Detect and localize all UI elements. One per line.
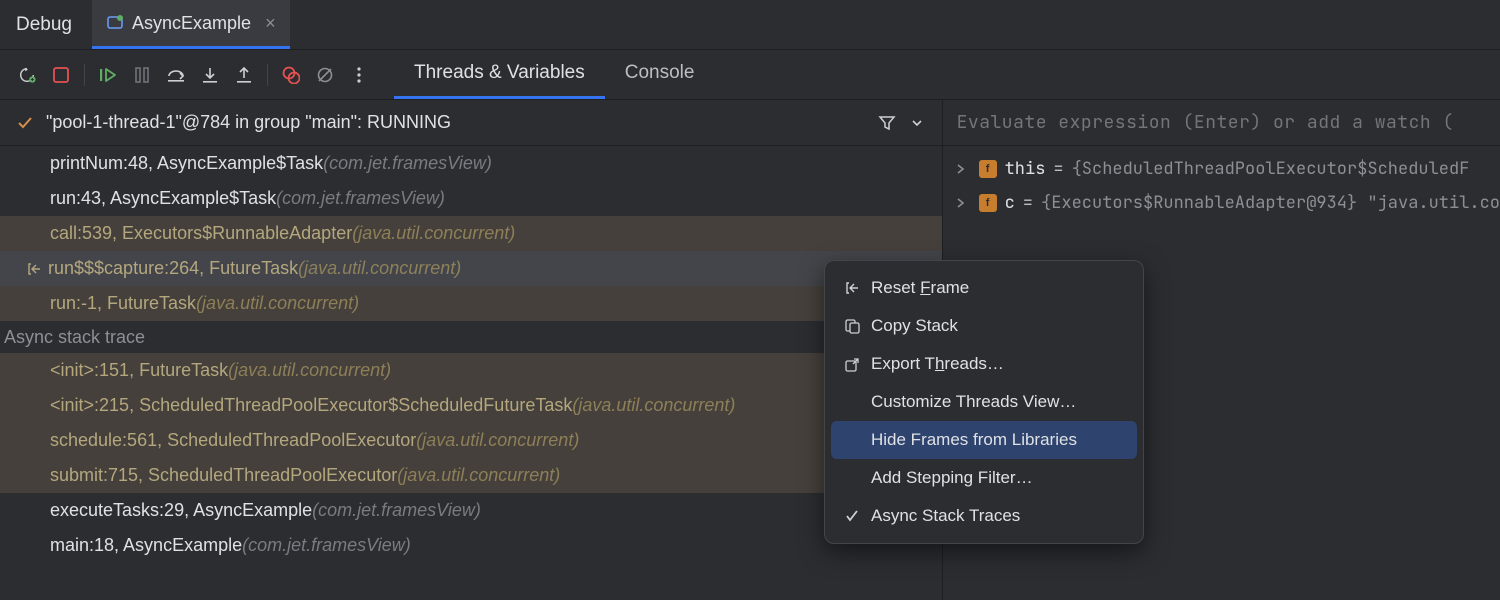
stack-frame[interactable]: schedule:561, ScheduledThreadPoolExecuto…	[0, 423, 942, 458]
frame-package: (com.jet.framesView)	[276, 188, 445, 209]
stack-frame[interactable]: printNum:48, AsyncExample$Task (com.jet.…	[0, 146, 942, 181]
rerun-button[interactable]	[10, 58, 44, 92]
variables-list: fthis={ScheduledThreadPoolExecutor$Sched…	[943, 146, 1500, 220]
session-tab-label: AsyncExample	[132, 13, 251, 34]
stack-frame[interactable]: executeTasks:29, AsyncExample (com.jet.f…	[0, 493, 942, 528]
frames-panel: "pool-1-thread-1"@784 in group "main": R…	[0, 100, 943, 600]
menu-async-stack-traces[interactable]: Async Stack Traces	[831, 497, 1137, 535]
frame-package: (java.util.concurrent)	[352, 223, 515, 244]
step-into-button[interactable]	[193, 58, 227, 92]
header-row: Debug AsyncExample ×	[0, 0, 1500, 50]
frame-package: (java.util.concurrent)	[298, 258, 461, 279]
content-tabs: Threads & Variables Console	[394, 50, 714, 99]
menu-customize-threads-view[interactable]: Customize Threads View…	[831, 383, 1137, 421]
view-breakpoints-button[interactable]	[274, 58, 308, 92]
menu-label: Async Stack Traces	[871, 506, 1020, 526]
filter-icon[interactable]	[872, 114, 902, 132]
frames-context-menu: Reset Frame Copy Stack Export Threads… C…	[824, 260, 1144, 544]
frame-package: (java.util.concurrent)	[196, 293, 359, 314]
debug-session-tab[interactable]: AsyncExample ×	[92, 0, 290, 49]
frame-text: schedule:561, ScheduledThreadPoolExecuto…	[50, 430, 416, 451]
main-split: "pool-1-thread-1"@784 in group "main": R…	[0, 100, 1500, 600]
thread-selector[interactable]: "pool-1-thread-1"@784 in group "main": R…	[0, 100, 942, 146]
menu-add-stepping-filter[interactable]: Add Stepping Filter…	[831, 459, 1137, 497]
frame-package: (com.jet.framesView)	[323, 153, 492, 174]
frame-text: <init>:151, FutureTask	[50, 360, 228, 381]
chevron-right-icon[interactable]	[955, 163, 971, 175]
chevron-right-icon[interactable]	[955, 197, 971, 209]
tab-threads-variables[interactable]: Threads & Variables	[394, 50, 605, 99]
tab-console[interactable]: Console	[605, 50, 715, 99]
menu-label: Add Stepping Filter…	[871, 468, 1033, 488]
stack-frame[interactable]: call:539, Executors$RunnableAdapter (jav…	[0, 216, 942, 251]
frame-text: run:43, AsyncExample$Task	[50, 188, 276, 209]
variable-name: this	[1005, 158, 1046, 180]
tool-window-title: Debug	[0, 14, 92, 36]
menu-hide-library-frames[interactable]: Hide Frames from Libraries	[831, 421, 1137, 459]
separator	[267, 64, 268, 86]
menu-reset-frame[interactable]: Reset Frame	[831, 269, 1137, 307]
menu-label: Customize Threads View…	[871, 392, 1076, 412]
frame-text: printNum:48, AsyncExample$Task	[50, 153, 323, 174]
menu-label: Reset Frame	[871, 278, 969, 298]
variable-value: {Executors$RunnableAdapter@934} "java.ut…	[1041, 192, 1500, 214]
frame-package: (com.jet.framesView)	[242, 535, 411, 556]
evaluate-expression-input[interactable]	[943, 111, 1500, 134]
menu-label: Copy Stack	[871, 316, 958, 336]
pause-button[interactable]	[125, 58, 159, 92]
reset-frame-icon	[843, 280, 861, 296]
stack-frame[interactable]: run:-1, FutureTask (java.util.concurrent…	[0, 286, 942, 321]
stack-frame[interactable]: submit:715, ScheduledThreadPoolExecutor …	[0, 458, 942, 493]
debug-toolbar: Threads & Variables Console	[0, 50, 1500, 100]
step-over-button[interactable]	[159, 58, 193, 92]
frame-text: call:539, Executors$RunnableAdapter	[50, 223, 352, 244]
frame-package: (java.util.concurrent)	[572, 395, 735, 416]
frame-text: run:-1, FutureTask	[50, 293, 196, 314]
stop-button[interactable]	[44, 58, 78, 92]
frame-package: (java.util.concurrent)	[416, 430, 579, 451]
frame-package: (java.util.concurrent)	[228, 360, 391, 381]
frame-text: submit:715, ScheduledThreadPoolExecutor	[50, 465, 397, 486]
frame-text: main:18, AsyncExample	[50, 535, 242, 556]
stack-frame[interactable]: <init>:215, ScheduledThreadPoolExecutor$…	[0, 388, 942, 423]
chevron-down-icon[interactable]	[902, 115, 932, 131]
frames-list: printNum:48, AsyncExample$Task (com.jet.…	[0, 146, 942, 563]
resume-button[interactable]	[91, 58, 125, 92]
thread-label: "pool-1-thread-1"@784 in group "main": R…	[40, 112, 872, 133]
frame-package: (java.util.concurrent)	[397, 465, 560, 486]
step-out-button[interactable]	[227, 58, 261, 92]
stack-frame[interactable]: main:18, AsyncExample (com.jet.framesVie…	[0, 528, 942, 563]
menu-label: Hide Frames from Libraries	[871, 430, 1077, 450]
mute-breakpoints-button[interactable]	[308, 58, 342, 92]
check-icon	[843, 509, 861, 523]
export-icon	[843, 357, 861, 372]
frame-package: (com.jet.framesView)	[312, 500, 481, 521]
stack-frame[interactable]: run$$$capture:264, FutureTask (java.util…	[0, 251, 942, 286]
stack-frame[interactable]: <init>:151, FutureTask (java.util.concur…	[0, 353, 942, 388]
menu-label: Export Threads…	[871, 354, 1004, 374]
stack-frame[interactable]: run:43, AsyncExample$Task (com.jet.frame…	[0, 181, 942, 216]
variable-value: {ScheduledThreadPoolExecutor$ScheduledF	[1072, 158, 1470, 180]
menu-export-threads[interactable]: Export Threads…	[831, 345, 1137, 383]
separator	[84, 64, 85, 86]
frame-text: run$$$capture:264, FutureTask	[48, 258, 298, 279]
variable-row[interactable]: fc={Executors$RunnableAdapter@934} "java…	[943, 186, 1500, 220]
more-button[interactable]	[342, 58, 376, 92]
async-section-label: Async stack trace	[0, 321, 942, 353]
check-icon	[10, 114, 40, 132]
copy-icon	[843, 319, 861, 334]
application-icon	[106, 14, 124, 32]
reset-frame-icon	[26, 261, 42, 277]
frame-text: <init>:215, ScheduledThreadPoolExecutor$…	[50, 395, 572, 416]
evaluate-row	[943, 100, 1500, 146]
menu-copy-stack[interactable]: Copy Stack	[831, 307, 1137, 345]
field-icon: f	[979, 160, 997, 178]
variable-name: c	[1005, 192, 1015, 214]
field-icon: f	[979, 194, 997, 212]
variable-row[interactable]: fthis={ScheduledThreadPoolExecutor$Sched…	[943, 152, 1500, 186]
close-icon[interactable]: ×	[259, 13, 276, 34]
frame-text: executeTasks:29, AsyncExample	[50, 500, 312, 521]
